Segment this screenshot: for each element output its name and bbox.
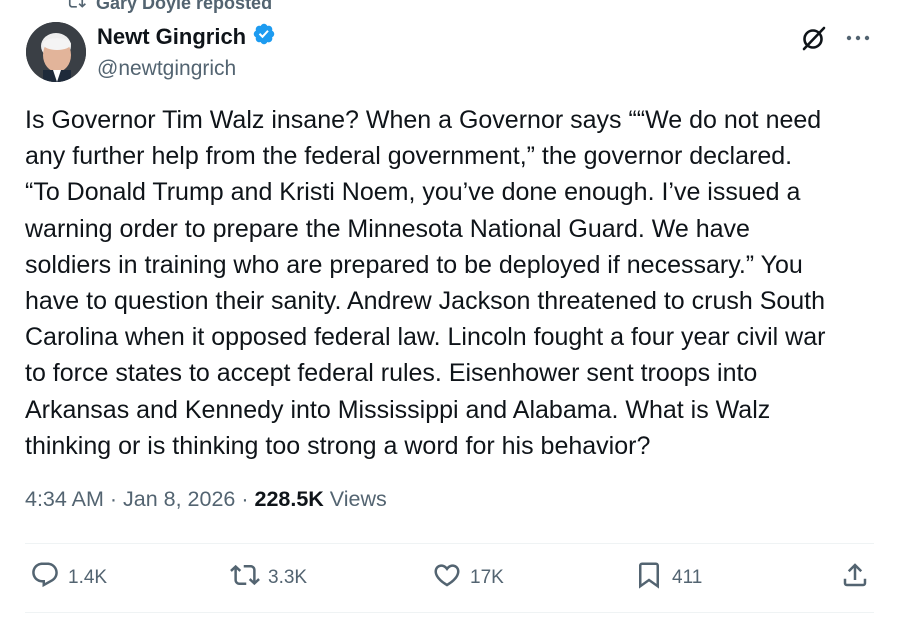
tweet-meta: 4:34 AM · Jan 8, 2026 · 228.5K Views <box>25 487 387 512</box>
divider-bottom <box>25 612 874 613</box>
repost-icon <box>66 0 86 16</box>
repost-header[interactable]: Gary Doyle reposted <box>66 0 272 14</box>
reply-count: 1.4K <box>68 567 108 588</box>
top-actions <box>800 24 870 52</box>
more-icon[interactable] <box>846 34 870 42</box>
repost-count: 3.3K <box>268 567 308 588</box>
like-button[interactable]: 17K <box>432 560 504 596</box>
repost-button[interactable]: 3.3K <box>230 560 307 596</box>
bookmark-icon <box>634 560 664 596</box>
views-label: Views <box>323 487 387 511</box>
verified-badge-icon[interactable] <box>252 22 276 51</box>
tweet-time[interactable]: 4:34 AM <box>25 487 104 512</box>
bookmark-button[interactable]: 411 <box>634 560 702 596</box>
action-bar: 1.4K 3.3K 17K 411 <box>30 560 870 596</box>
meta-separator: · <box>235 487 255 511</box>
share-button[interactable] <box>840 560 870 596</box>
author-name[interactable]: Newt Gingrich <box>97 24 246 50</box>
repost-label: Gary Doyle reposted <box>96 0 273 13</box>
bookmark-count: 411 <box>672 567 703 588</box>
views-count: 228.5K <box>254 487 324 511</box>
repost-icon <box>230 560 260 596</box>
grok-icon[interactable] <box>800 24 828 52</box>
like-count: 17K <box>470 567 504 588</box>
tweet-date[interactable]: Jan 8, 2026 <box>123 487 235 512</box>
tweet-text: Is Governor Tim Walz insane? When a Gove… <box>25 106 826 460</box>
meta-separator: · <box>103 487 123 511</box>
author-block: Newt Gingrich @newtgingrich <box>97 22 276 81</box>
avatar[interactable] <box>26 22 86 82</box>
share-icon <box>840 560 870 596</box>
reply-button[interactable]: 1.4K <box>30 560 107 596</box>
reply-icon <box>30 560 60 596</box>
author-handle[interactable]: @newtgingrich <box>97 57 276 81</box>
heart-icon <box>432 560 462 596</box>
divider-top <box>25 543 874 544</box>
